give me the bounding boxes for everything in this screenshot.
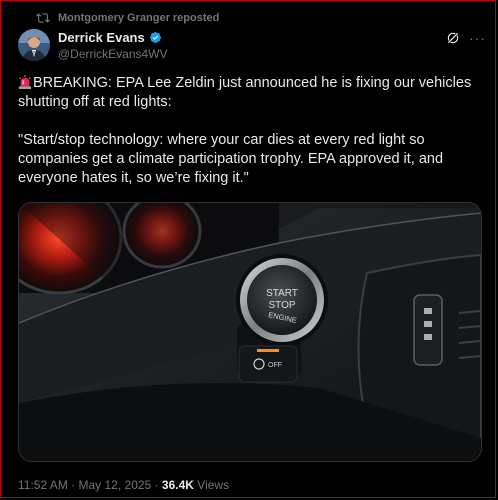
more-options-icon[interactable]: ··· bbox=[469, 30, 486, 46]
author-handle[interactable]: @DerrickEvans4WV bbox=[58, 47, 168, 61]
verified-badge-icon bbox=[149, 31, 161, 44]
tweet-paragraph-1: BREAKING: EPA Lee Zeldin just announced … bbox=[18, 74, 480, 112]
tweet-paragraph-2: "Start/stop technology: where your car d… bbox=[18, 131, 480, 188]
tweet-text: BREAKING: EPA Lee Zeldin just announced … bbox=[18, 74, 480, 188]
repost-text: Montgomery Granger reposted bbox=[58, 12, 220, 24]
avatar-image bbox=[18, 29, 50, 61]
start-stop-photo: START STOP ENGINE OFF bbox=[19, 203, 481, 461]
views-count: 36.4K bbox=[161, 478, 194, 492]
post-date[interactable]: May 12, 2025 bbox=[79, 478, 152, 492]
repost-icon bbox=[36, 13, 50, 23]
media-image[interactable]: START STOP ENGINE OFF bbox=[18, 202, 482, 462]
author-name-row[interactable]: Derrick Evans bbox=[58, 30, 162, 45]
post-meta: 11:52 AM · May 12, 2025 · 36.4K Views bbox=[18, 478, 229, 492]
author-name[interactable]: Derrick Evans bbox=[58, 30, 145, 45]
meta-separator: · bbox=[154, 478, 159, 492]
grok-icon[interactable] bbox=[446, 31, 460, 45]
tweet-line-1: BREAKING: EPA Lee Zeldin just announced … bbox=[18, 75, 472, 110]
auto-stop-off-label: OFF bbox=[268, 362, 282, 369]
repost-header[interactable]: Montgomery Granger reposted bbox=[36, 11, 219, 25]
button-label-start: START bbox=[266, 288, 298, 299]
button-label-stop: STOP bbox=[268, 300, 295, 311]
post-time[interactable]: 11:52 AM bbox=[18, 478, 68, 492]
tweet-line-2: "Start/stop technology: where your car d… bbox=[18, 132, 444, 186]
meta-separator: · bbox=[71, 478, 76, 492]
siren-emoji-icon bbox=[18, 75, 32, 89]
views-label: Views bbox=[197, 478, 230, 492]
avatar[interactable] bbox=[18, 29, 50, 61]
